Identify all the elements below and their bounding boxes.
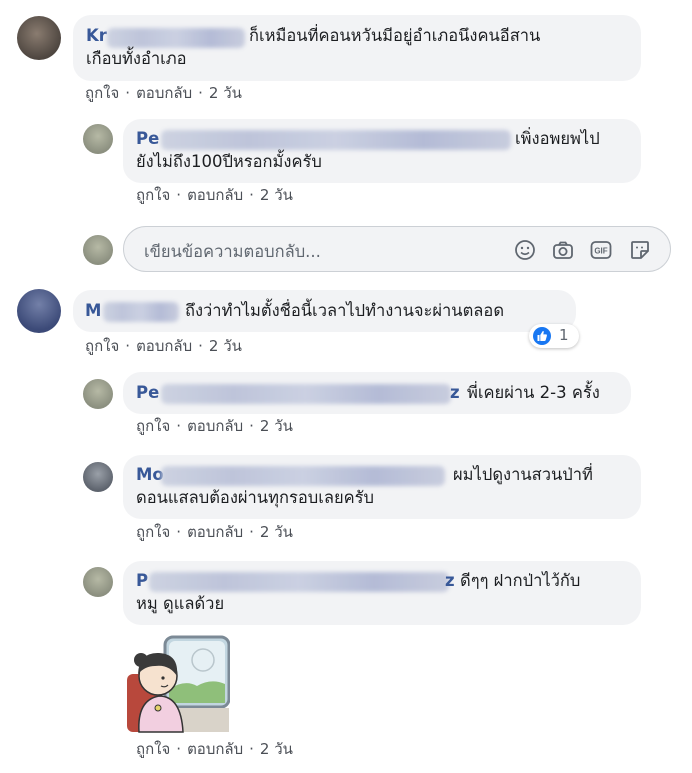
reply-input[interactable]: เขียนข้อความตอบกลับ... GIF — [123, 226, 671, 272]
comment-bubble: Pe z พี่เคยผ่าน 2-3 ครั้ง — [123, 372, 631, 414]
commenter-name-tail[interactable]: z — [445, 570, 455, 592]
timestamp[interactable]: 2 วัน — [260, 740, 293, 758]
comment-text: ดีๆๆ ฝากป่าไว้กับ — [460, 571, 581, 590]
gif-label: GIF — [594, 247, 607, 256]
reply-link[interactable]: ตอบกลับ — [187, 417, 243, 435]
comment-text: ถึงว่าทำไมตั้งชื่อนี้เวลาไปทำงานจะผ่านตล… — [185, 301, 505, 320]
comment-actions: ถูกใจ · ตอบกลับ · 2 วัน — [136, 523, 293, 541]
redacted-name — [149, 572, 449, 592]
reply-link[interactable]: ตอบกลับ — [136, 337, 192, 355]
reply-placeholder: เขียนข้อความตอบกลับ... — [144, 242, 321, 261]
avatar[interactable] — [83, 567, 113, 597]
comment-bubble: P z ดีๆๆ ฝากป่าไว้กับ หมู ดูแลด้วย — [123, 561, 641, 625]
comment-text: ยังไม่ถึง100ปีหรอกมั้งครับ — [136, 152, 322, 171]
commenter-name-tail[interactable]: z — [450, 382, 460, 404]
comment-bubble: Kr ก็เหมือนที่คอนหวันมีอยู่อำเภอนึงคนอีส… — [73, 15, 641, 81]
comment-text: เพิ่งอพยพไป — [515, 129, 600, 148]
like-link[interactable]: ถูกใจ — [136, 740, 170, 758]
commenter-name[interactable]: Pe — [136, 129, 159, 148]
redacted-name — [161, 466, 445, 486]
reply-link[interactable]: ตอบกลับ — [187, 523, 243, 541]
avatar[interactable] — [17, 289, 61, 333]
reaction-summary[interactable]: 1 — [529, 324, 579, 348]
comment-text: ก็เหมือนที่คอนหวันมีอยู่อำเภอนึงคนอีสาน — [249, 26, 541, 45]
comment-text: หมู ดูแลด้วย — [136, 594, 225, 613]
emoji-icon[interactable] — [513, 238, 537, 262]
avatar[interactable] — [83, 462, 113, 492]
timestamp[interactable]: 2 วัน — [209, 337, 242, 355]
timestamp[interactable]: 2 วัน — [260, 417, 293, 435]
sticker-icon[interactable] — [628, 238, 652, 262]
comment-text: ผมไปดูงานสวนป่าที่ — [453, 465, 593, 484]
timestamp[interactable]: 2 วัน — [260, 523, 293, 541]
comment-text: ดอนแสลบต้องผ่านทุกรอบเลยครับ — [136, 488, 374, 507]
comment-bubble: Pe เพิ่งอพยพไป ยังไม่ถึง100ปีหรอกมั้งครั… — [123, 119, 641, 183]
redacted-name — [103, 302, 179, 322]
sticker-image[interactable] — [125, 634, 230, 734]
like-link[interactable]: ถูกใจ — [85, 84, 119, 102]
reply-link[interactable]: ตอบกลับ — [136, 84, 192, 102]
comment-actions: ถูกใจ · ตอบกลับ · 2 วัน — [85, 337, 242, 355]
commenter-name[interactable]: Pe — [136, 383, 159, 402]
comment-bubble: M ถึงว่าทำไมตั้งชื่อนี้เวลาไปทำงานจะผ่าน… — [73, 290, 576, 332]
comment-actions: ถูกใจ · ตอบกลับ · 2 วัน — [85, 84, 242, 102]
comment-actions: ถูกใจ · ตอบกลับ · 2 วัน — [136, 740, 293, 758]
avatar[interactable] — [17, 16, 61, 60]
timestamp[interactable]: 2 วัน — [209, 84, 242, 102]
comment-actions: ถูกใจ · ตอบกลับ · 2 วัน — [136, 417, 293, 435]
like-reaction-icon — [533, 327, 551, 345]
reaction-count: 1 — [559, 326, 569, 344]
comment-text: พี่เคยผ่าน 2-3 ครั้ง — [467, 383, 600, 402]
timestamp[interactable]: 2 วัน — [260, 186, 293, 204]
comment-bubble: Mo ผมไปดูงานสวนป่าที่ ดอนแสลบต้องผ่านทุก… — [123, 455, 641, 519]
comment-text: เกือบทั้งอำเภอ — [86, 49, 187, 68]
camera-icon[interactable] — [551, 238, 575, 262]
like-link[interactable]: ถูกใจ — [136, 186, 170, 204]
commenter-name[interactable]: P — [136, 571, 148, 590]
like-link[interactable]: ถูกใจ — [136, 523, 170, 541]
gif-icon[interactable]: GIF — [589, 238, 613, 262]
commenter-name[interactable]: M — [85, 301, 101, 320]
commenter-name[interactable]: Mo — [136, 465, 164, 484]
reply-link[interactable]: ตอบกลับ — [187, 740, 243, 758]
reply-link[interactable]: ตอบกลับ — [187, 186, 243, 204]
like-link[interactable]: ถูกใจ — [85, 337, 119, 355]
comment-actions: ถูกใจ · ตอบกลับ · 2 วัน — [136, 186, 293, 204]
like-link[interactable]: ถูกใจ — [136, 417, 170, 435]
avatar[interactable] — [83, 379, 113, 409]
redacted-name — [107, 28, 245, 48]
current-user-avatar — [83, 235, 113, 265]
commenter-name[interactable]: Kr — [86, 26, 107, 45]
redacted-name — [161, 130, 511, 150]
redacted-name — [161, 384, 451, 404]
avatar[interactable] — [83, 124, 113, 154]
